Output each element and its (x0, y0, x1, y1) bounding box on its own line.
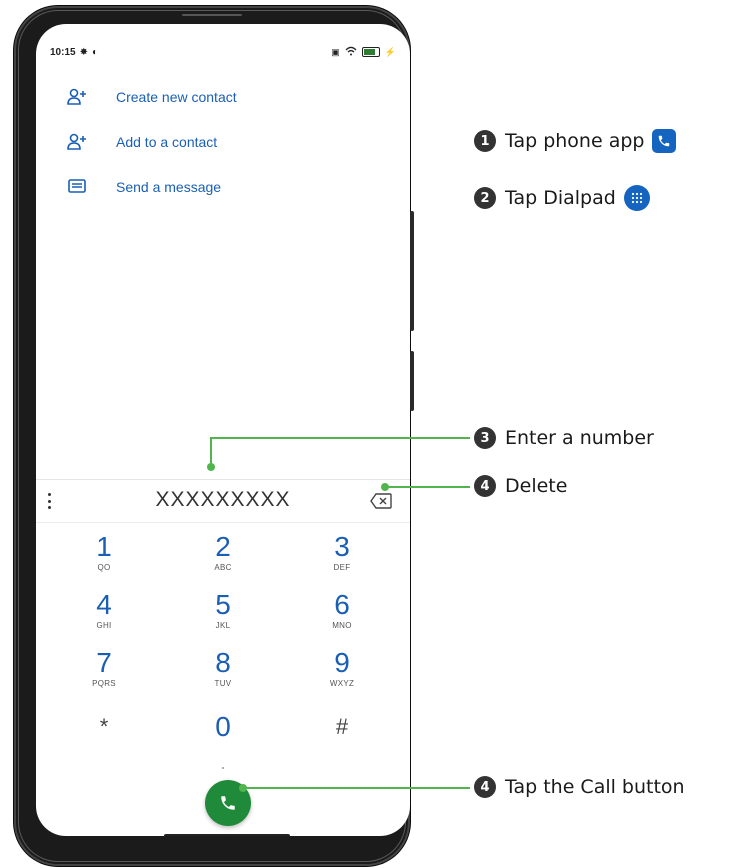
leader-line-step-4-call (242, 787, 470, 789)
key-1[interactable]: 1 QO (54, 532, 154, 590)
dialpad-icon (623, 185, 650, 211)
key-digit: 5 (215, 589, 231, 620)
key-4[interactable]: 4 GHI (54, 590, 154, 648)
key-digit: 3 (334, 531, 350, 562)
annotation-text: Enter a number (505, 427, 654, 449)
key-5[interactable]: 5 JKL (173, 590, 273, 648)
phone-device: 10:15 ✸ ◐ ▣ ⚡ Create new contact Add to … (14, 6, 414, 866)
annotation-text: Tap the Call button (505, 776, 685, 798)
wifi-icon (345, 46, 357, 59)
message-icon (66, 176, 88, 198)
menu-item-label: Add to a contact (116, 133, 218, 150)
contact-actions-menu: Create new contact Add to a contact Send… (36, 74, 410, 209)
key-digit: 0 (215, 711, 231, 742)
dialpad-hint-dot (222, 767, 224, 769)
key-2[interactable]: 2 ABC (173, 532, 273, 590)
status-bar: 10:15 ✸ ◐ ▣ ⚡ (50, 42, 396, 62)
add-to-contact-item[interactable]: Add to a contact (36, 119, 410, 164)
key-letters: GHI (96, 621, 112, 630)
step-number-badge: 1 (474, 130, 496, 152)
key-8[interactable]: 8 TUV (173, 648, 273, 706)
key-7[interactable]: 7 PQRS (54, 648, 154, 706)
key-letters: JKL (215, 621, 231, 630)
battery-icon (361, 47, 380, 57)
key-digit: 1 (96, 531, 112, 562)
key-digit: * (99, 714, 109, 739)
annotation-step-3: 3 Enter a number (474, 427, 654, 449)
leader-dot-step-3 (207, 463, 215, 471)
key-digit: 2 (215, 531, 231, 562)
step-number-badge: 2 (474, 187, 496, 209)
annotation-step-4-call: 4 Tap the Call button (474, 776, 685, 798)
number-entry-bar: XXXXXXXXX (36, 479, 410, 523)
leader-dot-step-4-call (239, 784, 247, 792)
dialed-number-field[interactable]: XXXXXXXXX (36, 488, 410, 512)
key-star[interactable]: * (54, 706, 154, 764)
menu-item-label: Send a message (116, 178, 222, 195)
settings-gear-icon: ✸ (79, 46, 88, 58)
step-number-badge: 4 (474, 776, 496, 798)
key-letters: ABC (214, 563, 232, 572)
phone-icon (221, 796, 235, 810)
key-9[interactable]: 9 WXYZ (292, 648, 392, 706)
key-letters: TUV (214, 679, 232, 688)
key-letters: DEF (333, 563, 351, 572)
key-digit: 9 (334, 647, 350, 678)
key-letters: MNO (332, 621, 352, 630)
leader-dot-step-4-delete (381, 483, 389, 491)
volume-button (410, 211, 414, 331)
key-hash[interactable]: # (292, 706, 392, 764)
menu-item-label: Create new contact (116, 88, 237, 105)
nfc-icon: ▣ (331, 46, 340, 57)
key-digit: 4 (96, 589, 112, 620)
add-person-icon (66, 86, 88, 108)
annotation-step-1: 1 Tap phone app (474, 129, 677, 153)
leader-line-step-3 (210, 437, 470, 439)
annotation-text: Delete (505, 475, 568, 497)
send-message-item[interactable]: Send a message (36, 164, 410, 209)
annotation-text: Tap phone app (505, 130, 645, 152)
key-letters: WXYZ (329, 679, 355, 688)
key-0[interactable]: 0 (173, 706, 273, 764)
notification-icon: ◐ (91, 46, 99, 58)
annotation-step-2: 2 Tap Dialpad (474, 185, 650, 211)
phone-screen: 10:15 ✸ ◐ ▣ ⚡ Create new contact Add to … (36, 24, 410, 836)
key-digit: 6 (334, 589, 350, 620)
key-digit: # (335, 714, 349, 739)
key-letters: PQRS (92, 679, 116, 688)
status-time: 10:15 (50, 46, 76, 58)
create-new-contact-item[interactable]: Create new contact (36, 74, 410, 119)
power-button (410, 351, 414, 411)
leader-line-step-4-delete (384, 486, 470, 488)
annotation-step-4-delete: 4 Delete (474, 475, 567, 497)
step-number-badge: 4 (474, 475, 496, 497)
step-number-badge: 3 (474, 427, 496, 449)
key-6[interactable]: 6 MNO (292, 590, 392, 648)
key-3[interactable]: 3 DEF (292, 532, 392, 590)
charging-icon: ⚡ (384, 46, 396, 57)
add-person-icon (66, 131, 88, 153)
backspace-icon[interactable] (370, 493, 392, 509)
earpiece-speaker (182, 14, 242, 16)
phone-app-icon (652, 129, 677, 153)
home-indicator (164, 834, 290, 836)
key-digit: 8 (215, 647, 231, 678)
key-digit: 7 (96, 647, 112, 678)
annotation-text: Tap Dialpad (505, 187, 616, 209)
key-letters: QO (97, 563, 111, 572)
